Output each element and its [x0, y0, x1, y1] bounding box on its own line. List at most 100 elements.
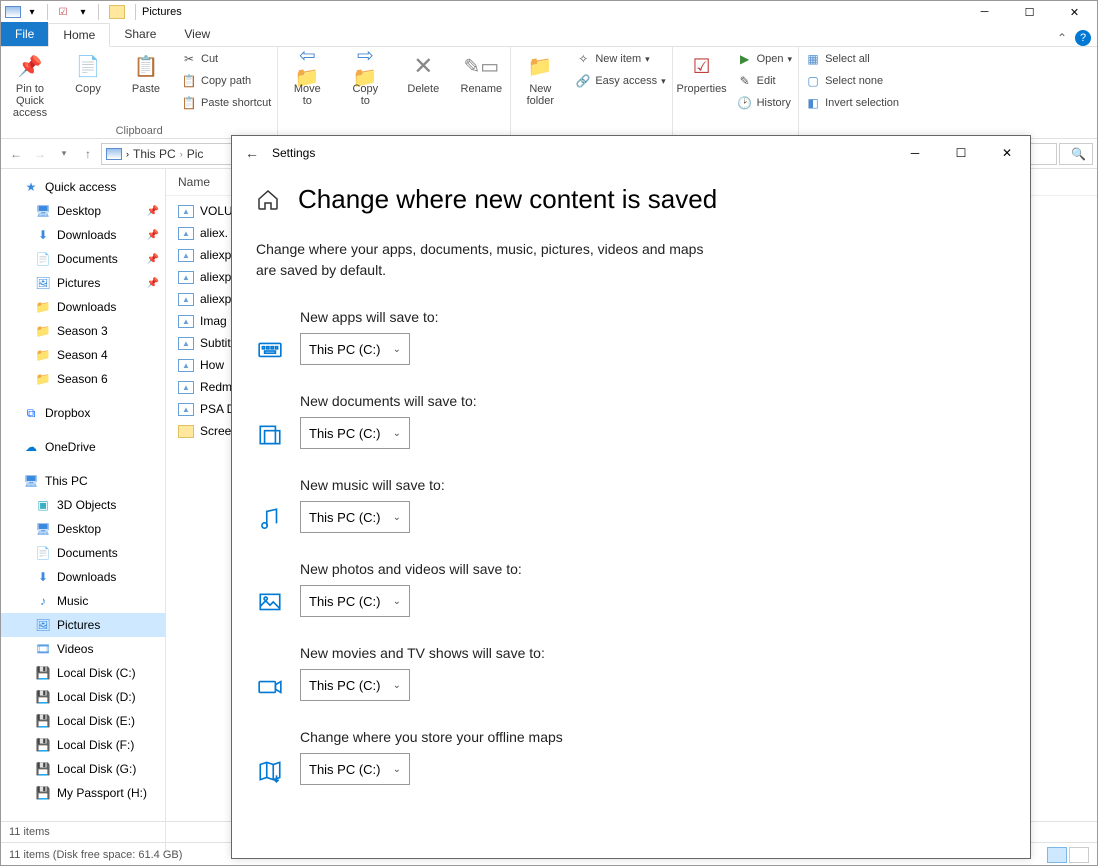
image-file-icon: ▲ — [178, 227, 194, 240]
image-file-icon: ▲ — [178, 315, 194, 328]
nav-recent-button[interactable]: ▾ — [53, 143, 75, 165]
delete-button[interactable]: ✕Delete — [400, 49, 446, 95]
pin-icon: 📌 — [147, 254, 159, 265]
copy-path-button[interactable]: 📋Copy path — [181, 71, 271, 91]
settings-maximize-button[interactable]: ☐ — [938, 136, 984, 170]
rename-button[interactable]: ✎▭Rename — [458, 49, 504, 95]
copy-to-button[interactable]: ⇨📁Copy to — [342, 49, 388, 107]
paste-shortcut-button[interactable]: 📋Paste shortcut — [181, 93, 271, 113]
folder-icon: 📁 — [35, 299, 51, 315]
new-folder-button[interactable]: 📁New folder — [517, 49, 563, 107]
nav-season3[interactable]: 📁Season 3 — [1, 319, 165, 343]
nav-downloads[interactable]: ⬇Downloads📌 — [1, 223, 165, 247]
edit-button[interactable]: ✎Edit — [737, 71, 792, 91]
qat-window-icon[interactable] — [5, 6, 21, 18]
help-icon[interactable]: ? — [1075, 30, 1091, 46]
minimize-button[interactable]: ─ — [962, 1, 1007, 23]
chevron-down-icon: ⌄ — [393, 596, 401, 607]
invert-selection-button[interactable]: ◧Invert selection — [805, 93, 899, 113]
search-box[interactable]: 🔍 — [1059, 143, 1093, 165]
save-location-dropdown[interactable]: This PC (C:)⌄ — [300, 669, 410, 701]
settings-minimize-button[interactable]: ─ — [892, 136, 938, 170]
maximize-button[interactable]: ☐ — [1007, 1, 1052, 23]
qat-properties-icon[interactable]: ☑ — [54, 3, 72, 21]
settings-back-button[interactable]: ← — [232, 145, 272, 161]
ribbon-collapse-icon[interactable]: ⌃ — [1057, 31, 1067, 45]
breadcrumb-location[interactable]: Pic — [187, 147, 204, 161]
explorer-window: ▾ ☑ ▾ Pictures ─ ☐ ✕ File Home Share Vie… — [0, 0, 1098, 866]
nav-downloads-3[interactable]: ⬇Downloads — [1, 565, 165, 589]
easy-access-button[interactable]: 🔗Easy access ▾ — [575, 71, 665, 91]
folder-icon — [178, 425, 194, 438]
invert-selection-icon: ◧ — [805, 95, 821, 111]
settings-window: ← Settings ─ ☐ ✕ Change where new conten… — [231, 135, 1031, 859]
save-location-dropdown[interactable]: This PC (C:)⌄ — [300, 333, 410, 365]
tab-share[interactable]: Share — [110, 22, 170, 46]
tab-home[interactable]: Home — [48, 23, 110, 47]
home-icon[interactable] — [256, 188, 280, 212]
tab-file[interactable]: File — [1, 22, 48, 46]
nav-pictures[interactable]: 🖼Pictures📌 — [1, 271, 165, 295]
nav-documents[interactable]: 📄Documents📌 — [1, 247, 165, 271]
dropdown-value: This PC (C:) — [309, 678, 381, 693]
move-to-button[interactable]: ⇦📁Move to — [284, 49, 330, 107]
pin-quick-access-button[interactable]: 📌Pin to Quick access — [7, 49, 53, 119]
new-item-button[interactable]: ✧New item ▾ — [575, 49, 665, 69]
nav-disk-c[interactable]: 💾Local Disk (C:) — [1, 661, 165, 685]
qat-dropdown-icon-2[interactable]: ▾ — [74, 3, 92, 21]
nav-passport[interactable]: 💾My Passport (H:) — [1, 781, 165, 805]
copy-button[interactable]: 📄Copy — [65, 49, 111, 95]
nav-music[interactable]: ♪Music — [1, 589, 165, 613]
tab-view[interactable]: View — [170, 22, 224, 46]
properties-button[interactable]: ☑Properties — [679, 49, 725, 95]
nav-downloads-2[interactable]: 📁Downloads — [1, 295, 165, 319]
image-file-icon: ▲ — [178, 359, 194, 372]
nav-season4[interactable]: 📁Season 4 — [1, 343, 165, 367]
select-all-button[interactable]: ▦Select all — [805, 49, 899, 69]
nav-season6[interactable]: 📁Season 6 — [1, 367, 165, 391]
breadcrumb-pc[interactable]: This PC› — [133, 147, 183, 161]
history-icon: 🕑 — [737, 95, 753, 111]
nav-documents-2[interactable]: 📄Documents — [1, 541, 165, 565]
nav-onedrive[interactable]: ☁OneDrive — [1, 435, 165, 459]
photos-icon — [256, 589, 284, 617]
thumbnails-view-button[interactable] — [1069, 847, 1089, 863]
save-location-dropdown[interactable]: This PC (C:)⌄ — [300, 501, 410, 533]
nav-pictures-2[interactable]: 🖼Pictures — [1, 613, 165, 637]
details-view-button[interactable] — [1047, 847, 1067, 863]
nav-dropbox[interactable]: ⧉Dropbox — [1, 401, 165, 425]
nav-quick-access[interactable]: ★Quick access — [1, 175, 165, 199]
nav-disk-e[interactable]: 💾Local Disk (E:) — [1, 709, 165, 733]
save-row-label: New movies and TV shows will save to: — [300, 645, 545, 661]
nav-disk-d[interactable]: 💾Local Disk (D:) — [1, 685, 165, 709]
save-location-dropdown[interactable]: This PC (C:) ⌄ — [300, 585, 410, 617]
cut-button[interactable]: ✂Cut — [181, 49, 271, 69]
nav-3d-objects[interactable]: ▣3D Objects — [1, 493, 165, 517]
file-name: aliexp — [200, 270, 231, 284]
nav-desktop-2[interactable]: 🖥Desktop — [1, 517, 165, 541]
qat-dropdown-icon[interactable]: ▾ — [23, 3, 41, 21]
file-name: aliexp — [200, 248, 231, 262]
nav-forward-button[interactable]: → — [29, 143, 51, 165]
nav-this-pc[interactable]: 🖥This PC — [1, 469, 165, 493]
nav-desktop[interactable]: 🖥Desktop📌 — [1, 199, 165, 223]
nav-videos[interactable]: 🎞Videos — [1, 637, 165, 661]
select-none-button[interactable]: ▢Select none — [805, 71, 899, 91]
nav-disk-g[interactable]: 💾Local Disk (G:) — [1, 757, 165, 781]
paste-button[interactable]: 📋Paste — [123, 49, 169, 95]
nav-back-button[interactable]: ← — [5, 143, 27, 165]
close-button[interactable]: ✕ — [1052, 1, 1097, 23]
history-button[interactable]: 🕑History — [737, 93, 792, 113]
nav-disk-f[interactable]: 💾Local Disk (F:) — [1, 733, 165, 757]
settings-close-button[interactable]: ✕ — [984, 136, 1030, 170]
save-row-label: New photos and videos will save to: — [300, 561, 522, 577]
navigation-pane[interactable]: ★Quick access 🖥Desktop📌 ⬇Downloads📌 📄Doc… — [1, 169, 166, 853]
open-button[interactable]: ▶Open ▾ — [737, 49, 792, 69]
save-location-dropdown[interactable]: This PC (C:)⌄ — [300, 417, 410, 449]
dropdown-value: This PC (C:) — [309, 594, 381, 609]
pin-icon: 📌 — [147, 206, 159, 217]
save-location-dropdown[interactable]: This PC (C:)⌄ — [300, 753, 410, 785]
copy-to-icon: ⇨📁 — [351, 53, 379, 81]
nav-up-button[interactable]: ↑ — [77, 143, 99, 165]
folder-icon: 📁 — [35, 347, 51, 363]
